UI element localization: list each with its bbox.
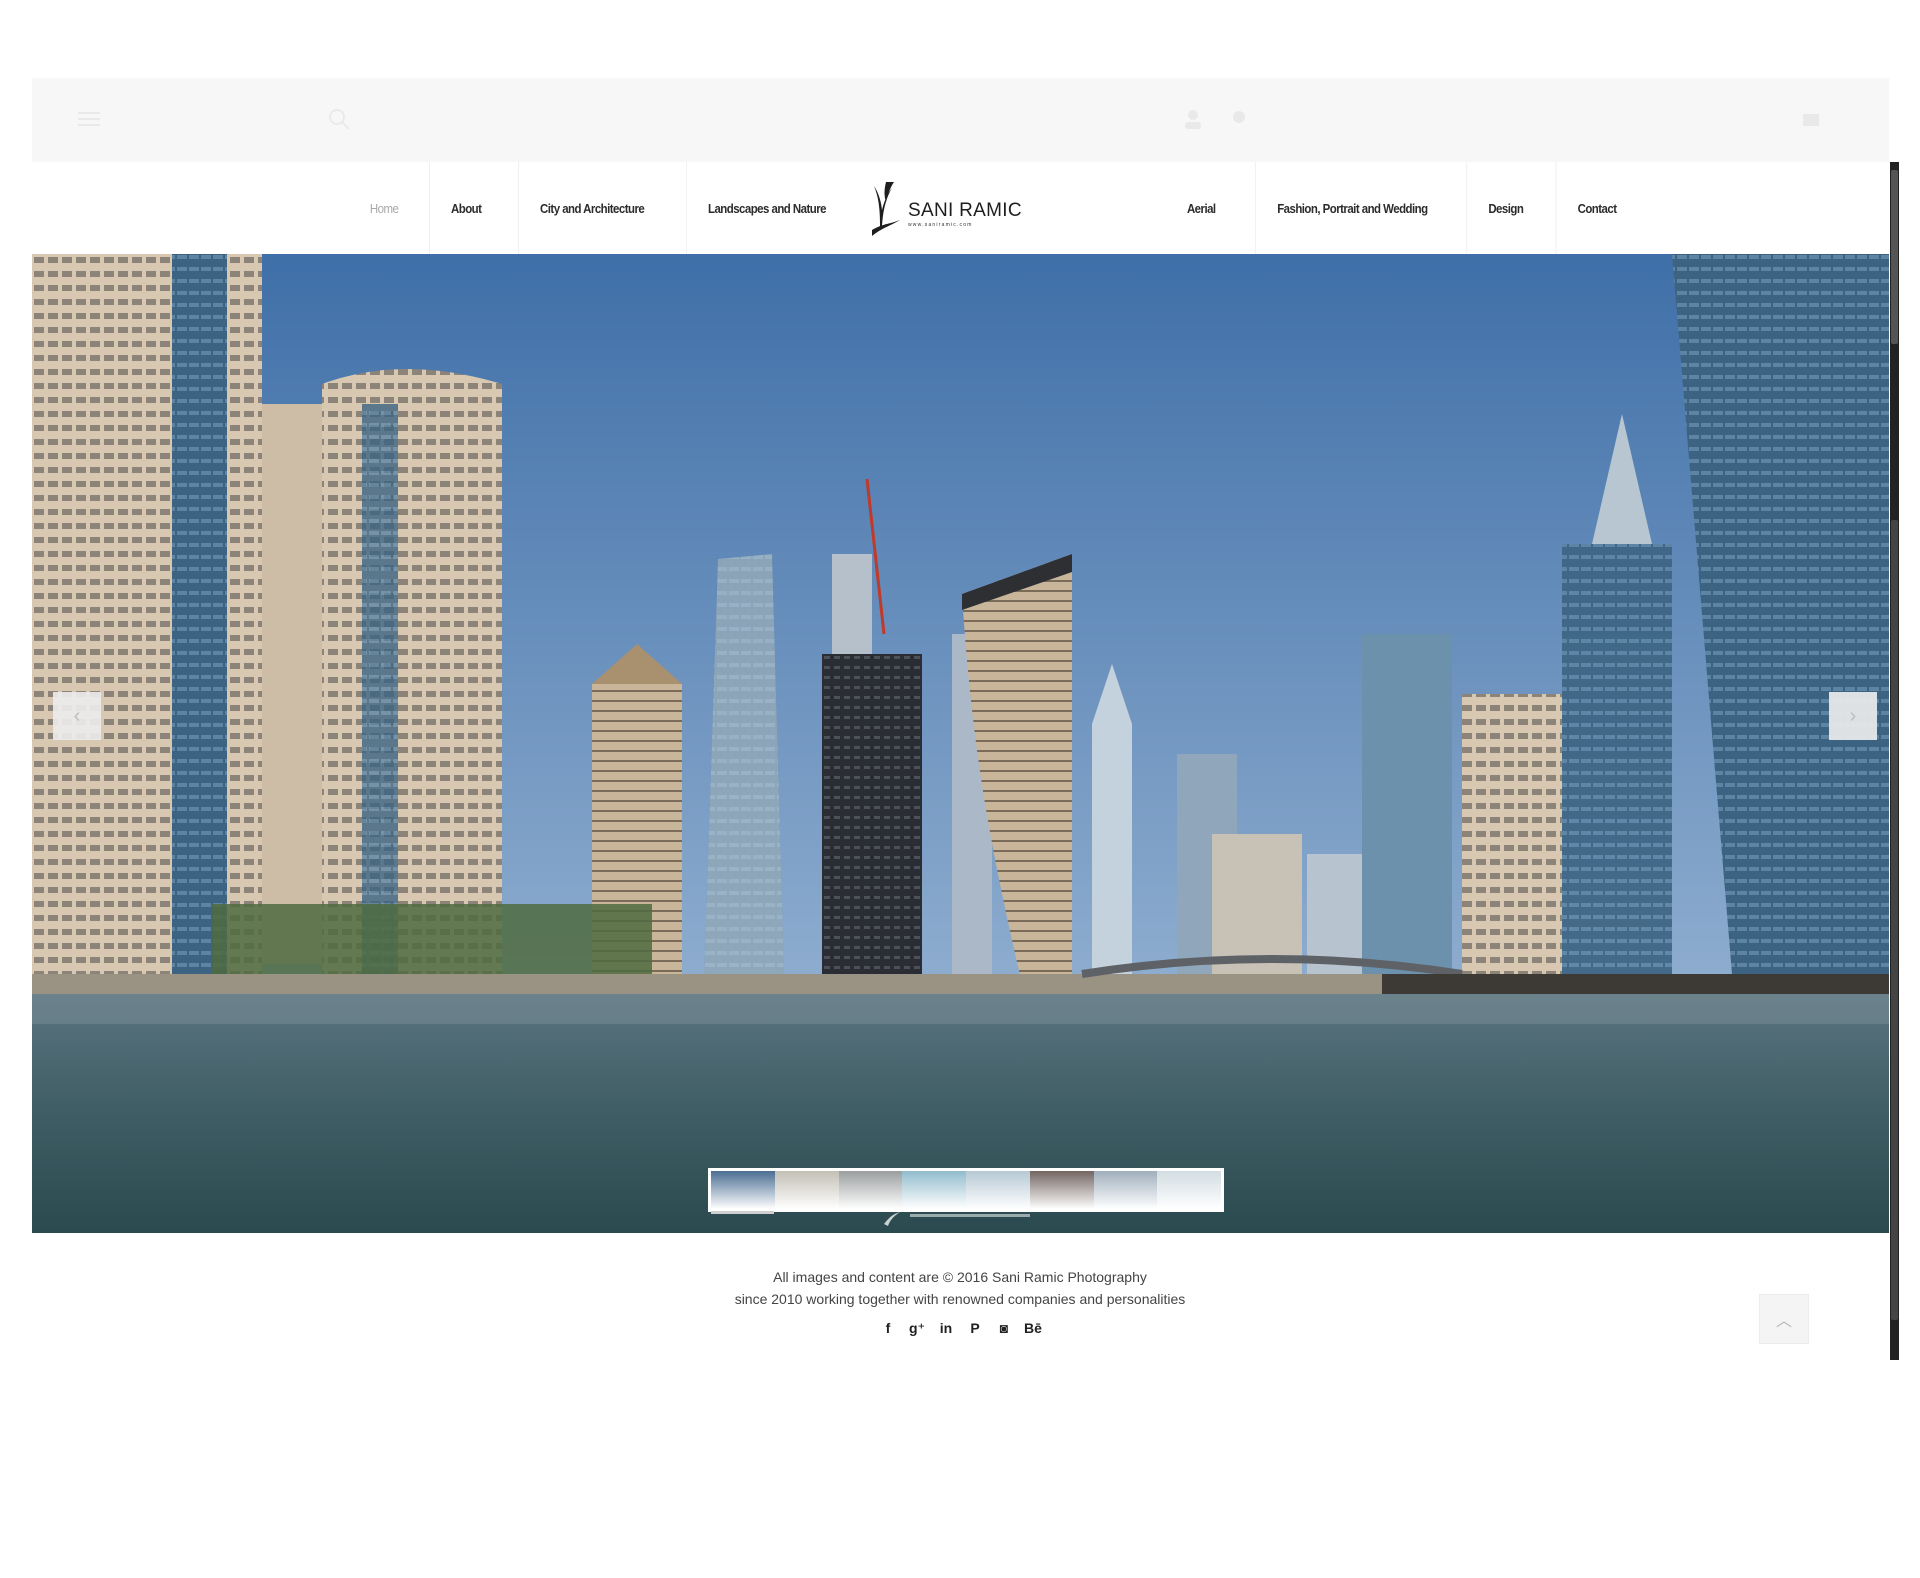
cart-icon[interactable] <box>1800 108 1822 130</box>
search-icon[interactable] <box>328 108 350 130</box>
scrollbar-thumb-lower <box>1891 520 1898 1320</box>
chevron-left-icon: ‹ <box>73 704 81 727</box>
nav-item-landscapes-nature[interactable]: Landscapes and Nature <box>686 162 847 254</box>
footer-copyright: All images and content are © 2016 Sani R… <box>773 1269 1147 1285</box>
nav-item-city-architecture[interactable]: City and Architecture <box>517 162 665 254</box>
top-bar <box>32 78 1889 170</box>
nav-item-design[interactable]: Design <box>1466 162 1545 254</box>
slider-thumbnail[interactable] <box>838 1171 903 1209</box>
location-icon[interactable] <box>1228 108 1250 130</box>
slider-thumbnail[interactable] <box>902 1171 966 1209</box>
slider-prev-button[interactable]: ‹ <box>53 692 101 740</box>
slider-thumbnail[interactable] <box>774 1171 839 1209</box>
google-plus-icon[interactable]: g⁺ <box>907 1318 927 1338</box>
nav-item-aerial[interactable]: Aerial <box>1166 162 1237 254</box>
nav-item-contact[interactable]: Contact <box>1555 162 1638 254</box>
scrollbar-thumb[interactable] <box>1891 170 1898 344</box>
slider-thumbnail[interactable] <box>966 1171 1030 1209</box>
facebook-icon[interactable]: f <box>878 1318 898 1338</box>
nav-item-home[interactable]: Home <box>349 162 420 254</box>
behance-icon[interactable]: Bē <box>1023 1318 1043 1338</box>
slider-thumbnail[interactable] <box>1093 1171 1158 1209</box>
nav-right: Aerial Fashion, Portrait and Wedding Des… <box>1161 162 1643 254</box>
slider-thumbnail[interactable] <box>711 1171 775 1209</box>
pinterest-icon[interactable]: P <box>965 1318 985 1338</box>
nav-left: Home About City and Architecture Landsca… <box>344 162 858 254</box>
slider-thumbnail[interactable] <box>1157 1171 1221 1209</box>
logo-title[interactable]: SANI RAMIC <box>908 200 1022 222</box>
chevron-up-icon: ︿ <box>1775 1313 1792 1330</box>
linkedin-icon[interactable]: in <box>936 1318 956 1338</box>
watermark-logo <box>884 1212 1030 1226</box>
logo-url: www.saniramic.com <box>908 222 973 228</box>
footer-tagline: since 2010 working together with renowne… <box>734 1291 1186 1307</box>
back-to-top-button[interactable]: ︿ <box>1759 1294 1809 1344</box>
menu-icon[interactable] <box>78 108 100 130</box>
nav-item-fashion-portrait-wedding[interactable]: Fashion, Portrait and Wedding <box>1254 162 1448 254</box>
social-links: f g⁺ in P ◙ Bē <box>878 1318 1043 1338</box>
chevron-right-icon: › <box>1849 704 1857 727</box>
instagram-icon[interactable]: ◙ <box>994 1318 1014 1338</box>
slider-next-button[interactable]: › <box>1829 692 1877 740</box>
thumbnail-active-indicator <box>711 1211 774 1214</box>
user-icon[interactable] <box>1182 108 1204 130</box>
nav-item-about[interactable]: About <box>429 162 503 254</box>
hero-image <box>32 254 1889 1233</box>
hero-slider <box>32 254 1889 1233</box>
slider-thumbnail[interactable] <box>1029 1171 1094 1209</box>
